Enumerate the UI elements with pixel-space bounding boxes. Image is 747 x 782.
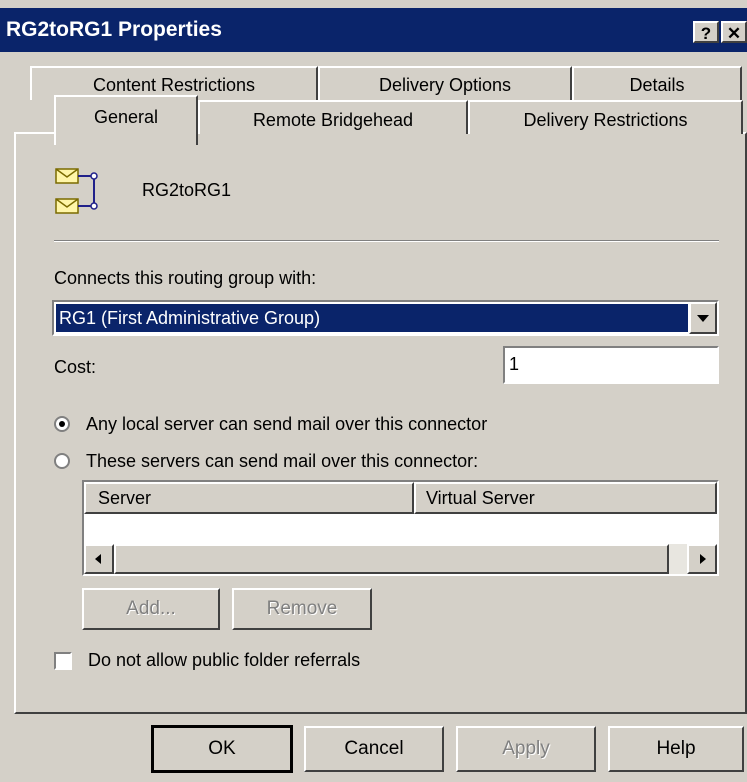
tab-delivery-options[interactable]: Delivery Options xyxy=(318,66,572,100)
window-title: RG2toRG1 Properties xyxy=(6,18,222,41)
connector-name: RG2toRG1 xyxy=(142,180,232,200)
tab-label: General xyxy=(93,107,159,127)
routing-group-dropdown[interactable]: RG1 (First Administrative Group) xyxy=(52,300,719,336)
column-header-label: Server xyxy=(98,488,152,508)
scrollbar-thumb[interactable] xyxy=(114,544,669,574)
tab-general[interactable]: General xyxy=(54,95,198,145)
tab-label: Remote Bridgehead xyxy=(252,110,414,130)
chevron-down-icon xyxy=(697,315,709,322)
radio-any-label: Any local server can send mail over this… xyxy=(86,414,488,434)
public-folder-label: Do not allow public folder referrals xyxy=(88,650,361,670)
scroll-right-button[interactable] xyxy=(687,544,717,574)
cost-label: Cost: xyxy=(54,357,97,377)
tab-label: Delivery Restrictions xyxy=(523,110,688,130)
cancel-button[interactable]: Cancel xyxy=(304,726,444,772)
add-button[interactable]: Add... xyxy=(82,588,220,630)
column-header-server[interactable]: Server xyxy=(84,482,414,514)
tab-label: Details xyxy=(629,75,685,95)
dropdown-arrow-button[interactable] xyxy=(689,302,717,334)
routing-connector-icon xyxy=(54,165,114,219)
arrow-right-icon xyxy=(700,554,706,564)
apply-button[interactable]: Apply xyxy=(456,726,596,772)
server-list[interactable]: Server Virtual Server xyxy=(82,480,719,576)
cost-input[interactable]: 1 xyxy=(503,346,719,384)
tab-label: Content Restrictions xyxy=(92,75,256,95)
radio-any-local-server[interactable]: Any local server can send mail over this… xyxy=(54,414,534,438)
radio-button-selected xyxy=(54,416,70,432)
help-button[interactable]: Help xyxy=(608,726,744,772)
arrow-left-icon xyxy=(95,554,101,564)
close-icon[interactable]: ✕ xyxy=(721,21,747,43)
separator xyxy=(54,240,719,242)
checkbox-box xyxy=(54,652,72,670)
connects-label: Connects this routing group with: xyxy=(54,268,317,288)
ok-button[interactable]: OK xyxy=(151,725,293,773)
tab-details[interactable]: Details xyxy=(572,66,742,100)
scroll-left-button[interactable] xyxy=(84,544,114,574)
tab-remote-bridgehead[interactable]: Remote Bridgehead xyxy=(198,100,468,134)
horizontal-scrollbar[interactable] xyxy=(84,544,717,574)
tab-label: Delivery Options xyxy=(378,75,512,95)
radio-button xyxy=(54,453,70,469)
column-header-label: Virtual Server xyxy=(426,488,535,508)
public-folder-referrals-checkbox[interactable]: Do not allow public folder referrals xyxy=(54,650,454,674)
radio-these-servers[interactable]: These servers can send mail over this co… xyxy=(54,451,534,475)
title-bar[interactable]: RG2toRG1 Properties ? ✕ xyxy=(0,8,747,52)
help-icon[interactable]: ? xyxy=(693,21,719,43)
column-header-virtual-server[interactable]: Virtual Server xyxy=(414,482,717,514)
routing-group-selected: RG1 (First Administrative Group) xyxy=(56,304,688,332)
remove-button[interactable]: Remove xyxy=(232,588,372,630)
radio-dot xyxy=(59,421,65,427)
radio-these-label: These servers can send mail over this co… xyxy=(86,451,479,471)
tab-delivery-restrictions[interactable]: Delivery Restrictions xyxy=(468,100,743,134)
